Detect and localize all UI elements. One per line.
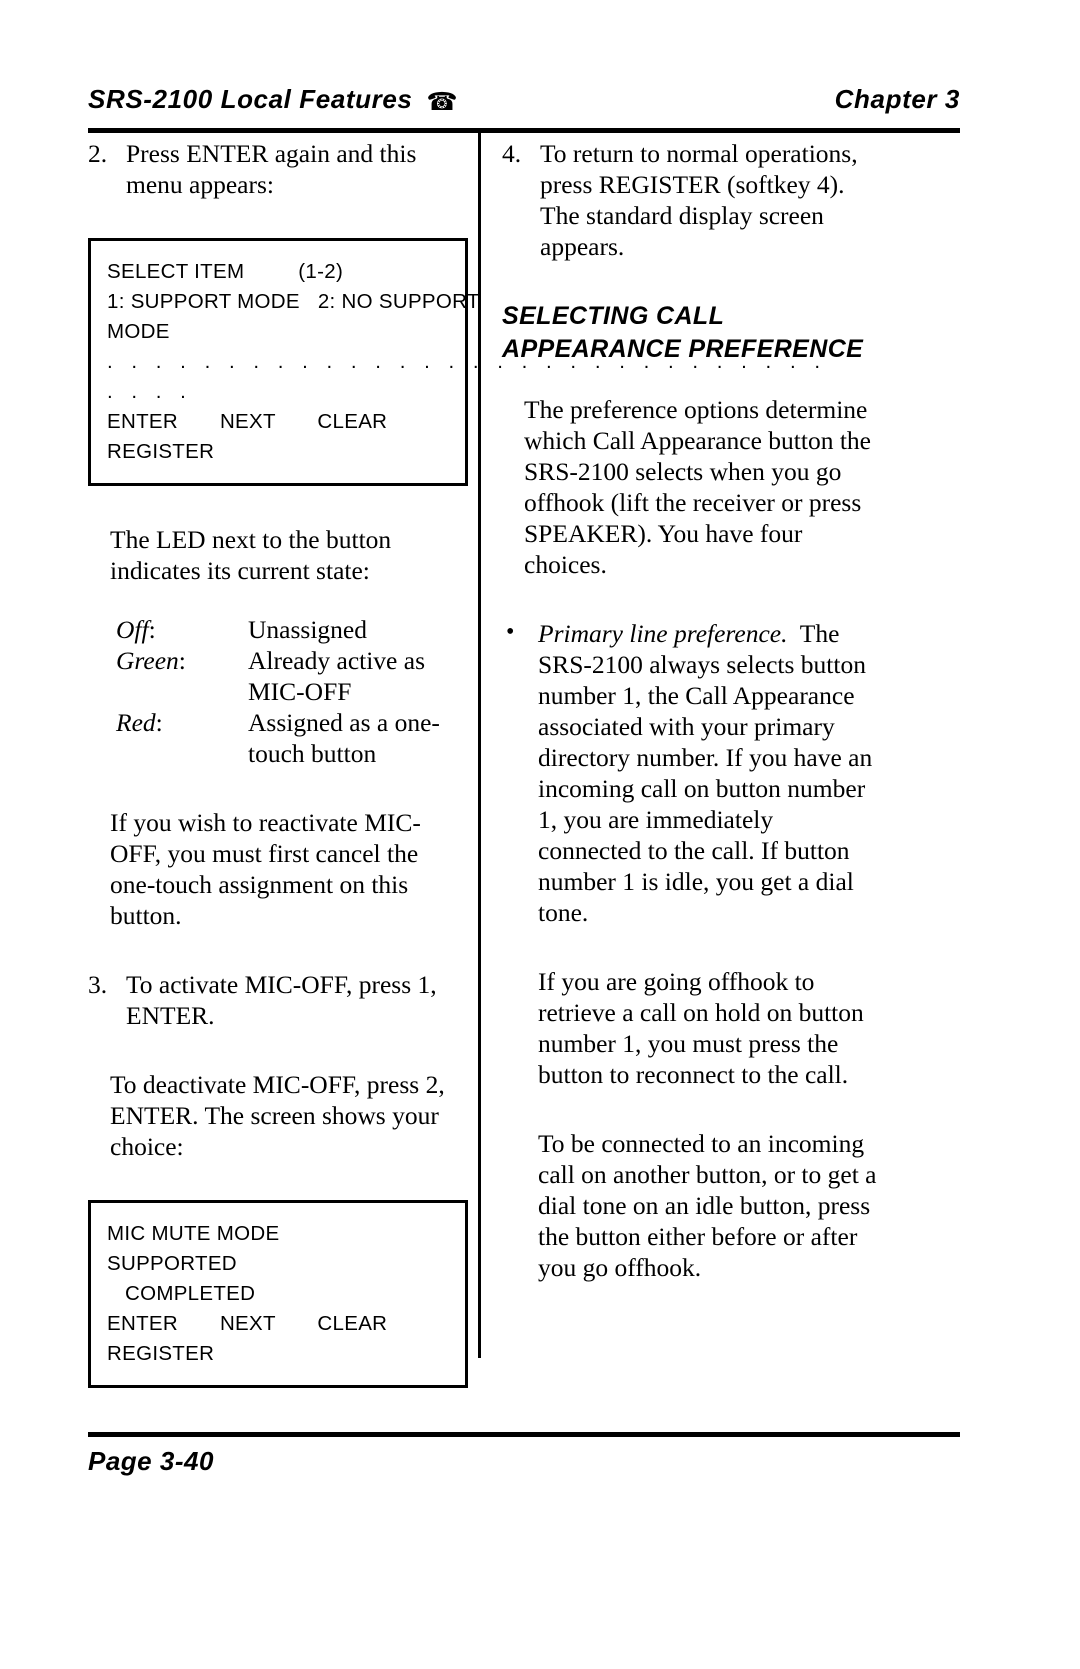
lcd-softkey-row: ENTER NEXT CLEAR bbox=[107, 1312, 388, 1335]
step-4-number: 4. bbox=[502, 139, 522, 168]
led-state-term-text: Off bbox=[116, 615, 149, 644]
bullet-icon: • bbox=[506, 619, 515, 645]
lcd-line: MODE bbox=[107, 320, 170, 343]
bullet-primary-line-preference: • Primary line preference. The SRS-2100 a… bbox=[502, 618, 880, 928]
incoming-call-paragraph: To be connected to an incoming call on a… bbox=[538, 1129, 877, 1282]
led-state-desc: Assigned as a one-touch button bbox=[248, 708, 440, 768]
deactivate-note-paragraph: To deactivate MIC-OFF, press 2, ENTER. T… bbox=[110, 1070, 445, 1161]
led-state-term: Off: bbox=[116, 614, 248, 645]
lcd-line: MIC MUTE MODE bbox=[107, 1222, 280, 1245]
lcd-line: 1: SUPPORT MODE 2: NO SUPPORT bbox=[107, 290, 480, 313]
step-3: 3. To activate MIC-OFF, press 1, ENTER. bbox=[88, 969, 468, 1031]
led-state-term-text: Green bbox=[116, 646, 179, 675]
step-2: 2. Press ENTER again and this menu appear… bbox=[88, 138, 468, 200]
led-state-row-red: Red: Assigned as a one-touch button bbox=[116, 707, 468, 769]
lcd-display-mic-mute: MIC MUTE MODE SUPPORTED COMPLETED ENTER … bbox=[88, 1200, 468, 1388]
step-3-text: To activate MIC-OFF, press 1, ENTER. bbox=[126, 970, 437, 1030]
running-head-chapter: Chapter 3 bbox=[834, 84, 960, 114]
lcd-line-dots: . . . . bbox=[107, 380, 193, 403]
footer-rule bbox=[88, 1432, 960, 1437]
colon: : bbox=[148, 615, 156, 644]
colon: : bbox=[155, 708, 163, 737]
led-state-row-green: Green: Already active as MIC-OFF bbox=[116, 645, 468, 707]
bullet-lead-in: Primary line preference. bbox=[538, 619, 788, 648]
led-state-desc: Already active as MIC-OFF bbox=[248, 646, 425, 706]
lcd-line: SELECT ITEM (1-2) bbox=[107, 260, 344, 283]
led-state-desc: Unassigned bbox=[248, 615, 367, 644]
step-2-number: 2. bbox=[88, 139, 108, 168]
running-head-title-text: SRS-2100 Local Features bbox=[88, 84, 413, 114]
lcd-display-select-item: SELECT ITEM (1-2) 1: SUPPORT MODE 2: NO … bbox=[88, 238, 827, 486]
led-state-list: Off: Unassigned Green: Already active as… bbox=[88, 614, 468, 769]
left-column: 2. Press ENTER again and this menu appear… bbox=[88, 138, 827, 1388]
lcd-line: SUPPORTED bbox=[107, 1252, 237, 1275]
telephone-icon: ☎ bbox=[426, 87, 459, 116]
running-head-title: SRS-2100 Local Features ☎ bbox=[88, 84, 459, 116]
step-4-text: To return to normal operations, press RE… bbox=[540, 139, 858, 261]
colon: : bbox=[178, 646, 186, 675]
led-state-row-off: Off: Unassigned bbox=[116, 614, 468, 645]
step-2-text: Press ENTER again and this menu appears: bbox=[126, 139, 417, 199]
section-heading: SELECTING CALL APPEARANCE PREFERENCE bbox=[502, 300, 880, 366]
bullet-body-text: The SRS-2100 always selects button numbe… bbox=[538, 619, 873, 927]
section-heading-line-2: APPEARANCE PREFERENCE bbox=[502, 335, 864, 363]
led-state-term-text: Red bbox=[116, 708, 156, 737]
preference-intro-paragraph: The preference options determine which C… bbox=[524, 395, 871, 579]
lcd-softkey-row: ENTER NEXT CLEAR bbox=[107, 410, 388, 433]
page-number: Page 3-40 bbox=[88, 1446, 214, 1476]
lcd-softkey-row: REGISTER bbox=[107, 440, 215, 463]
column-divider bbox=[478, 133, 481, 1358]
lcd-line: COMPLETED bbox=[107, 1282, 256, 1305]
document-page: SRS-2100 Local Features ☎ Chapter 3 2. Pre… bbox=[0, 0, 1080, 1669]
running-head: SRS-2100 Local Features ☎ Chapter 3 bbox=[88, 84, 960, 124]
hold-retrieve-paragraph: If you are going offhook to retrieve a c… bbox=[538, 967, 864, 1089]
led-state-term: Red: bbox=[116, 707, 248, 738]
led-state-term: Green: bbox=[116, 645, 248, 676]
lcd-softkey-row: REGISTER bbox=[107, 1342, 215, 1365]
reactivate-note-paragraph: If you wish to reactivate MIC-OFF, you m… bbox=[110, 808, 421, 930]
step-3-number: 3. bbox=[88, 970, 108, 999]
led-intro-paragraph: The LED next to the button indicates its… bbox=[110, 525, 392, 585]
section-heading-line-1: SELECTING CALL bbox=[502, 302, 725, 330]
lcd-line-dots: . . . . . . . . . . . . . . . . . . . . … bbox=[107, 350, 827, 373]
header-rule bbox=[88, 128, 960, 133]
right-column: 4. To return to normal operations, press … bbox=[502, 138, 880, 1283]
step-4: 4. To return to normal operations, press … bbox=[502, 138, 880, 262]
